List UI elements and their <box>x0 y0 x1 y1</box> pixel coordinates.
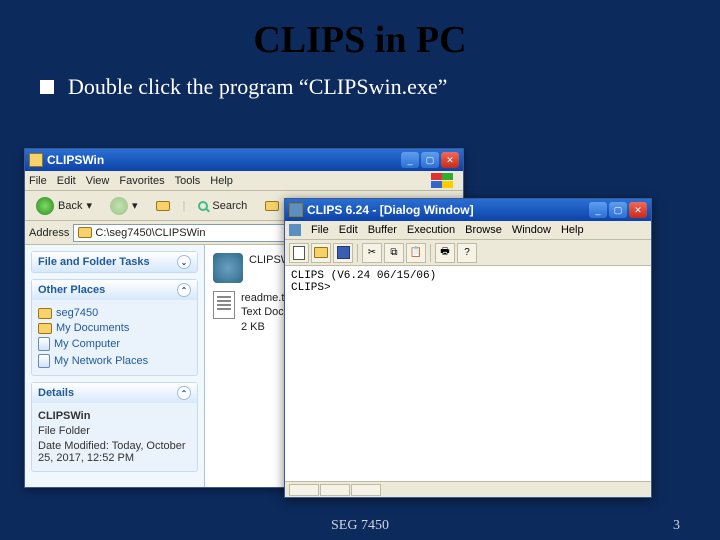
separator <box>357 244 358 262</box>
clips-titlebar[interactable]: CLIPS 6.24 - [Dialog Window] _ ▢ ✕ <box>285 199 651 221</box>
folder-icon <box>78 227 92 238</box>
search-icon <box>198 201 208 211</box>
details-modified: Date Modified: Today, October 25, 2017, … <box>38 440 191 464</box>
menu-edit[interactable]: Edit <box>57 175 76 187</box>
menu-browse[interactable]: Browse <box>465 224 502 236</box>
tasks-box: File and Folder Tasks⌄ <box>31 251 198 273</box>
separator <box>430 244 431 262</box>
menu-favorites[interactable]: Favorites <box>119 175 164 187</box>
search-button[interactable]: Search <box>193 197 252 215</box>
clips-dialog[interactable]: CLIPS (V6.24 06/15/06) CLIPS> <box>285 266 651 481</box>
clips-menubar: File Edit Buffer Execution Browse Window… <box>285 221 651 240</box>
forward-arrow-icon <box>110 197 128 215</box>
back-button[interactable]: Back ▾ <box>31 194 97 218</box>
other-places-box: Other Places⌃ seg7450 My Documents My Co… <box>31 279 198 376</box>
other-item[interactable]: My Network Places <box>38 354 191 368</box>
computer-icon <box>38 337 50 351</box>
open-button[interactable] <box>311 243 331 263</box>
details-header[interactable]: Details⌃ <box>32 383 197 403</box>
mdi-icon[interactable] <box>289 224 301 236</box>
exe-icon <box>213 253 243 283</box>
print-button[interactable]: 🖶 <box>435 243 455 263</box>
minimize-button[interactable]: _ <box>401 152 419 168</box>
details-type: File Folder <box>38 425 191 437</box>
bullet-marker-icon <box>40 80 54 94</box>
details-name: CLIPSWin <box>38 410 191 422</box>
menu-help[interactable]: Help <box>210 175 233 187</box>
close-button[interactable]: ✕ <box>441 152 459 168</box>
explorer-title: CLIPSWin <box>47 153 401 167</box>
menu-tools[interactable]: Tools <box>175 175 201 187</box>
copy-button[interactable]: ⧉ <box>384 243 404 263</box>
new-button[interactable] <box>289 243 309 263</box>
mdi-tabs[interactable] <box>289 484 381 496</box>
menu-view[interactable]: View <box>86 175 110 187</box>
details-box: Details⌃ CLIPSWin File Folder Date Modif… <box>31 382 198 472</box>
menu-buffer[interactable]: Buffer <box>368 224 397 236</box>
menu-file[interactable]: File <box>29 175 47 187</box>
menu-window[interactable]: Window <box>512 224 551 236</box>
folder-icon <box>38 323 52 334</box>
menu-help[interactable]: Help <box>561 224 584 236</box>
other-header[interactable]: Other Places⌃ <box>32 280 197 300</box>
up-button[interactable] <box>151 198 175 214</box>
slide-title: CLIPS in PC <box>0 0 720 62</box>
bullet-row: Double click the program “CLIPSwin.exe” <box>0 62 720 108</box>
clips-app-icon <box>289 203 303 217</box>
clips-banner: CLIPS (V6.24 06/15/06) <box>291 270 645 282</box>
menu-file[interactable]: File <box>311 224 329 236</box>
help-button[interactable]: ? <box>457 243 477 263</box>
up-icon <box>156 201 170 211</box>
windows-flag-icon <box>431 173 459 189</box>
folder-icon <box>38 308 52 319</box>
explorer-menubar: File Edit View Favorites Tools Help <box>25 171 463 191</box>
clips-title: CLIPS 6.24 - [Dialog Window] <box>307 203 589 217</box>
cut-button[interactable]: ✂ <box>362 243 382 263</box>
folders-icon <box>265 201 279 211</box>
details-body: CLIPSWin File Folder Date Modified: Toda… <box>32 403 197 471</box>
forward-button[interactable]: ▾ <box>105 194 143 218</box>
minimize-button[interactable]: _ <box>589 202 607 218</box>
footer-center: SEG 7450 <box>331 518 389 534</box>
file-size: 2 KB <box>241 321 265 333</box>
other-body: seg7450 My Documents My Computer My Netw… <box>32 300 197 375</box>
other-item[interactable]: seg7450 <box>38 307 191 319</box>
window-buttons: _ ▢ ✕ <box>401 152 459 168</box>
bullet-text: Double click the program “CLIPSwin.exe” <box>68 74 447 100</box>
back-arrow-icon <box>36 197 54 215</box>
menu-edit[interactable]: Edit <box>339 224 358 236</box>
paste-button[interactable]: 📋 <box>406 243 426 263</box>
close-button[interactable]: ✕ <box>629 202 647 218</box>
collapse-icon[interactable]: ⌄ <box>177 255 191 269</box>
collapse-icon[interactable]: ⌃ <box>177 283 191 297</box>
collapse-icon[interactable]: ⌃ <box>177 386 191 400</box>
other-item[interactable]: My Computer <box>38 337 191 351</box>
text-file-icon <box>213 291 235 319</box>
clips-statusbar <box>285 481 651 497</box>
save-button[interactable] <box>333 243 353 263</box>
network-icon <box>38 354 50 368</box>
explorer-titlebar[interactable]: CLIPSWin _ ▢ ✕ <box>25 149 463 171</box>
window-buttons: _ ▢ ✕ <box>589 202 647 218</box>
side-pane: File and Folder Tasks⌄ Other Places⌃ seg… <box>25 245 205 487</box>
maximize-button[interactable]: ▢ <box>421 152 439 168</box>
tasks-header[interactable]: File and Folder Tasks⌄ <box>32 252 197 272</box>
clips-prompt: CLIPS> <box>291 282 645 294</box>
footer-page: 3 <box>673 518 680 534</box>
clips-window: CLIPS 6.24 - [Dialog Window] _ ▢ ✕ File … <box>284 198 652 498</box>
folder-icon <box>29 153 43 167</box>
address-label: Address <box>29 227 69 239</box>
address-value: C:\seg7450\CLIPSWin <box>95 227 205 239</box>
menu-execution[interactable]: Execution <box>407 224 455 236</box>
clips-toolbar: ✂ ⧉ 📋 🖶 ? <box>285 240 651 266</box>
other-item[interactable]: My Documents <box>38 322 191 334</box>
maximize-button[interactable]: ▢ <box>609 202 627 218</box>
